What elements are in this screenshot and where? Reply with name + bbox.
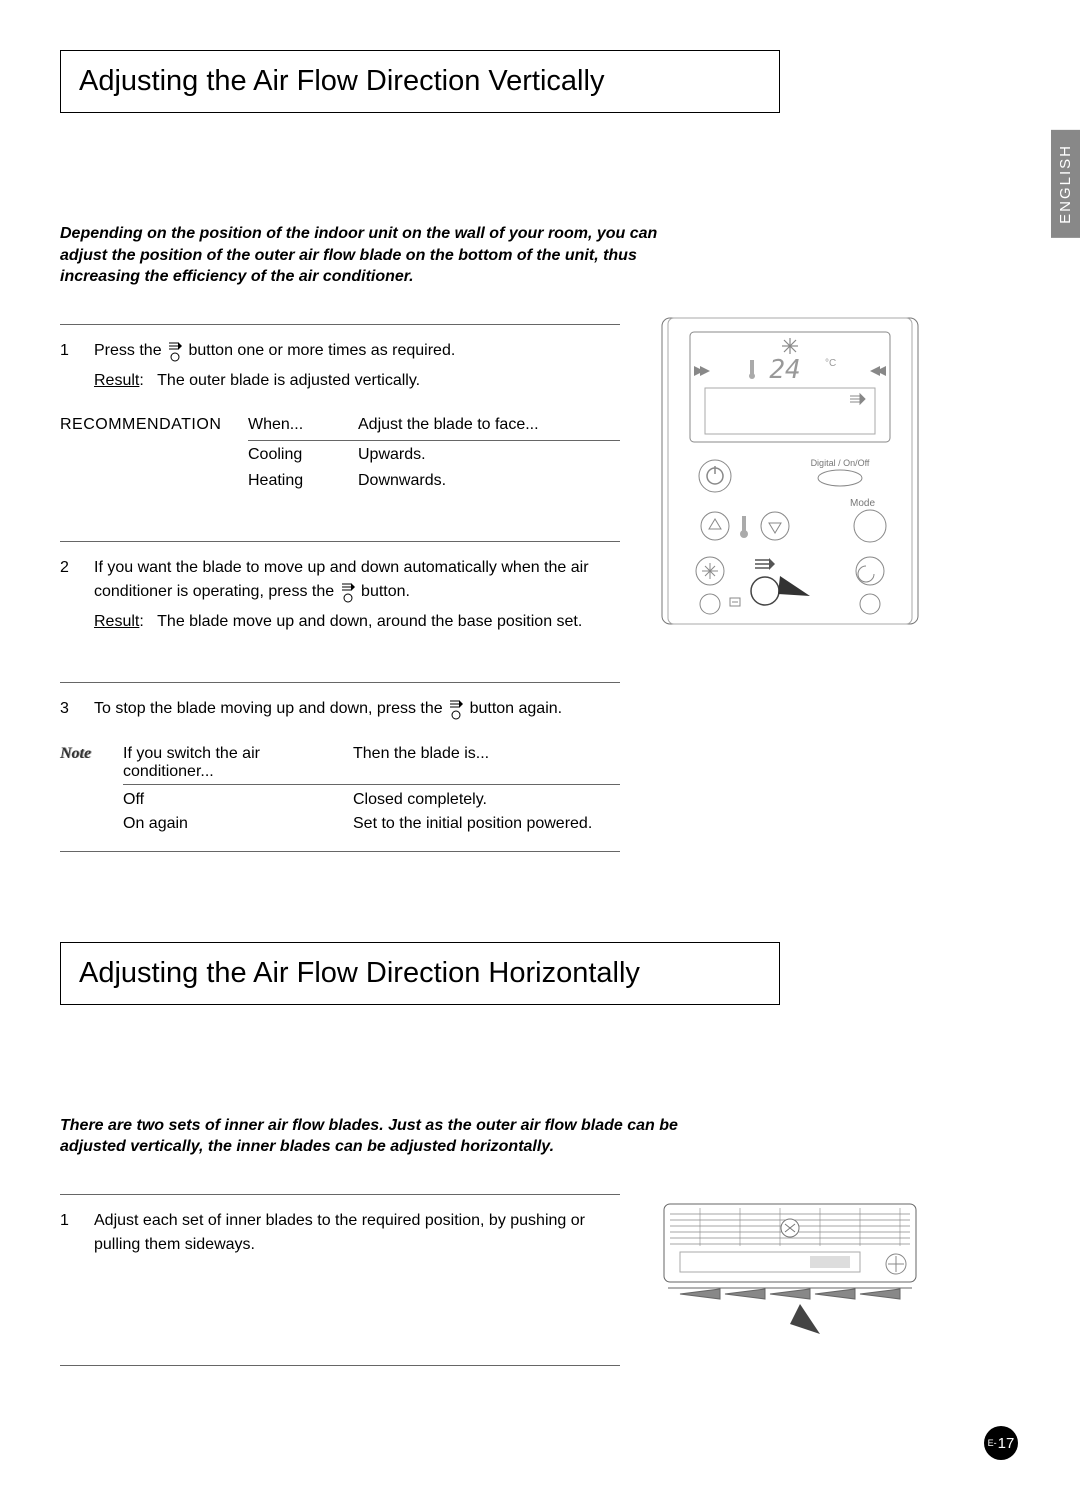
section2-intro: There are two sets of inner air flow bla…	[60, 1115, 680, 1158]
section1-steps: 1 Press the button one or more times as …	[60, 324, 620, 852]
step-2: 2 If you want the blade to move up and d…	[60, 541, 620, 652]
step1-text-a: Press the	[94, 342, 166, 359]
step-number: 2	[60, 556, 78, 634]
table-row: On again Set to the initial position pow…	[123, 809, 620, 833]
result-label: Result	[94, 372, 139, 389]
step3-text-a: To stop the blade moving up and down, pr…	[94, 700, 447, 717]
table-row: Off Closed completely.	[123, 785, 620, 809]
section2-step1-text: Adjust each set of inner blades to the r…	[94, 1209, 620, 1257]
step-1: 1 Press the button one or more times as …	[60, 324, 620, 511]
step3-text-b: button again.	[470, 700, 563, 717]
step1-result: The outer blade is adjusted vertically.	[157, 372, 420, 389]
recommendation-label: RECOMMENDATION	[60, 413, 230, 493]
remote-control-figure: 24 °C Digital / On/Off	[660, 316, 920, 626]
section1-title-box: Adjusting the Air Flow Direction Vertica…	[60, 50, 780, 113]
digital-onoff-label: Digital / On/Off	[811, 458, 870, 468]
display-temperature: 24	[769, 355, 800, 385]
note-head-then: Then the blade is...	[353, 745, 620, 781]
step2-text-b: button.	[361, 583, 410, 600]
swing-icon	[166, 340, 184, 362]
page-number-badge: E-17	[984, 1426, 1018, 1460]
rec-head-adjust: Adjust the blade to face...	[358, 413, 620, 437]
section2-title-box: Adjusting the Air Flow Direction Horizon…	[60, 942, 780, 1005]
indoor-unit-figure	[660, 1194, 920, 1344]
table-row: Heating Downwards.	[248, 467, 620, 493]
note-label: Note	[60, 745, 105, 833]
note-block: Note If you switch the air conditioner..…	[60, 739, 620, 833]
section1-intro: Depending on the position of the indoor …	[60, 223, 680, 288]
rec-head-when: When...	[248, 413, 358, 437]
step-3: 3 To stop the blade moving up and down, …	[60, 682, 620, 739]
swing-icon	[339, 581, 357, 603]
step-number: 3	[60, 697, 78, 721]
mode-label: Mode	[850, 498, 875, 509]
language-tab: ENGLISH	[1051, 130, 1080, 238]
note-head-if: If you switch the air conditioner...	[123, 745, 353, 781]
svg-text:°C: °C	[825, 358, 836, 369]
swing-icon	[447, 698, 465, 720]
step-1: 1 Adjust each set of inner blades to the…	[60, 1194, 620, 1275]
step1-text-b: button one or more times as required.	[188, 342, 455, 359]
step2-result: The blade move up and down, around the b…	[157, 613, 582, 630]
section1-title: Adjusting the Air Flow Direction Vertica…	[79, 65, 761, 98]
step-number: 1	[60, 1209, 78, 1257]
table-row: Cooling Upwards.	[248, 441, 620, 467]
section2-steps: 1 Adjust each set of inner blades to the…	[60, 1194, 620, 1366]
result-label: Result	[94, 613, 139, 630]
recommendation-table: When... Adjust the blade to face... Cool…	[248, 413, 620, 493]
section2-title: Adjusting the Air Flow Direction Horizon…	[79, 957, 761, 990]
